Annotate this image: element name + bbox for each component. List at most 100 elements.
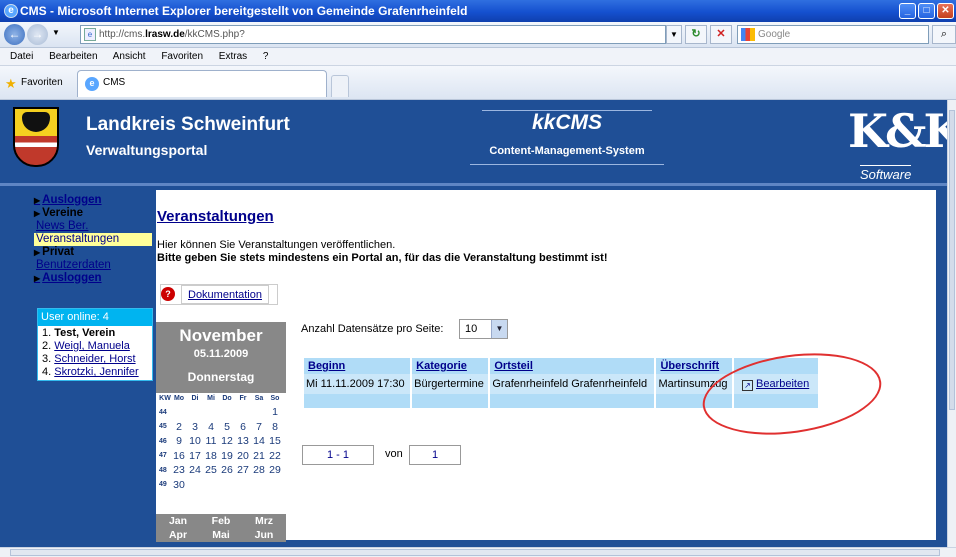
- refresh-icon[interactable]: ↻: [685, 25, 707, 44]
- pager-total[interactable]: 1: [409, 445, 461, 465]
- calendar-month: November: [179, 326, 263, 345]
- sidebar-item-privat[interactable]: ▶ Privat: [34, 246, 152, 259]
- ie-logo-icon: e: [4, 4, 18, 18]
- stop-icon[interactable]: ✕: [710, 25, 732, 44]
- user-item: 1. Test, Verein: [42, 327, 116, 339]
- col-kategorie[interactable]: Kategorie: [412, 358, 489, 374]
- documentation-link[interactable]: Dokumentation: [181, 285, 269, 304]
- month-picker: Jan Feb Mrz Apr Mai Jun: [156, 514, 286, 542]
- kk-logo: K&K: [848, 104, 947, 158]
- sidebar-item-vereine[interactable]: ▶ Vereine: [34, 207, 152, 220]
- calendar-week: 49 30: [159, 478, 185, 491]
- sidebar-item-ausloggen[interactable]: ▶ Ausloggen: [34, 194, 152, 207]
- maximize-button[interactable]: □: [918, 3, 935, 19]
- col-beginn[interactable]: Beginn: [304, 358, 411, 374]
- back-button[interactable]: ←: [4, 24, 25, 45]
- month-button[interactable]: Jun: [243, 529, 285, 542]
- info-text: Hier können Sie Veranstaltungen veröffen…: [157, 239, 396, 251]
- calendar: November 05.11.2009 Donnerstag KW Mo Di …: [156, 322, 286, 542]
- google-icon: [741, 28, 755, 41]
- vertical-scrollbar[interactable]: [947, 100, 956, 547]
- calendar-header: November 05.11.2009 Donnerstag: [156, 322, 286, 393]
- user-item[interactable]: 4. Skrotzki, Jennifer: [42, 366, 148, 379]
- info-hint: Bitte geben Sie stets mindestens ein Por…: [157, 252, 608, 264]
- cms-header: Landkreis Schweinfurt Verwaltungsportal …: [0, 100, 947, 186]
- month-button[interactable]: Jan: [157, 515, 199, 528]
- user-item[interactable]: 3. Schneider, Horst: [42, 353, 148, 366]
- cell-beginn: Mi 11.11.2009 17:30: [304, 374, 411, 394]
- sidebar-item-veranstaltungen[interactable]: Veranstaltungen: [34, 233, 152, 246]
- window-title: CMS - Microsoft Internet Explorer bereit…: [20, 4, 468, 18]
- month-button[interactable]: Feb: [200, 515, 242, 528]
- minimize-button[interactable]: _: [899, 3, 916, 19]
- arrow-right-icon: ▶: [34, 209, 41, 218]
- menu-datei[interactable]: Datei: [10, 51, 33, 62]
- forward-button[interactable]: →: [27, 24, 48, 45]
- new-tab-button[interactable]: [331, 75, 349, 97]
- calendar-week: 44 1: [159, 406, 278, 419]
- users-online-list: 1. Test, Verein 2. Weigl, Manuela 3. Sch…: [38, 326, 152, 380]
- arrow-right-icon: ▶: [34, 196, 41, 205]
- users-online-box: User online: 4 1. Test, Verein 2. Weigl,…: [37, 308, 153, 381]
- month-button[interactable]: Mrz: [243, 515, 285, 528]
- star-icon[interactable]: ★: [5, 76, 17, 92]
- calendar-weekday: Donnerstag: [187, 370, 255, 384]
- favorites-bar: ★ Favoriten e CMS: [0, 66, 956, 100]
- sidebar-item-benutzerdaten[interactable]: Benutzerdaten: [34, 259, 152, 272]
- menu-bar: Datei Bearbeiten Ansicht Favoriten Extra…: [0, 48, 956, 66]
- address-dropdown-icon[interactable]: ▼: [666, 25, 682, 44]
- chevron-down-icon: ▼: [491, 320, 507, 338]
- calendar-date: 05.11.2009: [193, 348, 249, 360]
- site-subtitle: Verwaltungsportal: [86, 142, 208, 158]
- ie-tab-icon: e: [85, 77, 99, 91]
- window-titlebar: e CMS - Microsoft Internet Explorer bere…: [0, 0, 956, 22]
- menu-ansicht[interactable]: Ansicht: [113, 51, 146, 62]
- sidebar-item-news[interactable]: News Ber.: [34, 220, 152, 233]
- favorites-button[interactable]: Favoriten: [21, 77, 63, 88]
- address-input[interactable]: e http://cms.lrasw.de/kkCMS.php?: [80, 25, 666, 44]
- user-item[interactable]: 2. Weigl, Manuela: [42, 340, 148, 353]
- month-button[interactable]: Apr: [157, 529, 199, 542]
- perpage-label: Anzahl Datensätze pro Seite:: [301, 323, 444, 335]
- pager-of-label: von: [385, 448, 403, 460]
- page-title: Veranstaltungen: [157, 208, 274, 225]
- menu-extras[interactable]: Extras: [219, 51, 247, 62]
- cms-subtitle: Content-Management-System: [470, 145, 664, 165]
- perpage-select[interactable]: 10 ▼: [459, 319, 508, 339]
- browser-window: { "window": {"title": "CMS - Microsoft I…: [0, 0, 956, 557]
- history-dropdown-icon[interactable]: ▼: [52, 28, 60, 37]
- documentation-button[interactable]: ? Dokumentation: [160, 284, 278, 305]
- tab-label: CMS: [103, 77, 126, 88]
- search-icon[interactable]: ⌕: [932, 25, 956, 44]
- kk-logo-subtitle: Software: [860, 165, 912, 182]
- menu-favoriten[interactable]: Favoriten: [161, 51, 203, 62]
- calendar-week: 47 16 17 18 19 20 21 22: [159, 449, 281, 462]
- sidebar-item-ausloggen-2[interactable]: ▶ Ausloggen: [34, 272, 152, 285]
- menu-help[interactable]: ?: [263, 51, 269, 62]
- sidebar-nav: ▶ Ausloggen ▶ Vereine News Ber. Veranstalt…: [34, 194, 152, 285]
- arrow-right-icon: ▶: [34, 274, 41, 283]
- users-online-header: User online: 4: [38, 309, 152, 326]
- site-title: Landkreis Schweinfurt: [86, 114, 290, 135]
- search-input[interactable]: Google: [737, 25, 929, 44]
- address-toolbar: ← → ▼ e http://cms.lrasw.de/kkCMS.php? ▼…: [0, 22, 956, 48]
- col-ortsteil[interactable]: Ortsteil: [490, 358, 655, 374]
- page-icon: e: [84, 28, 96, 41]
- cms-title: kkCMS: [482, 110, 652, 135]
- close-window-button[interactable]: ✕: [937, 3, 954, 19]
- calendar-week: 46 9 10 11 12 13 14 15: [159, 435, 281, 448]
- calendar-week: 48 23 24 25 26 27 28 29: [159, 464, 281, 477]
- calendar-grid: KW Mo Di Mi Do Fr Sa So 44 1 45 2345678: [159, 392, 283, 492]
- tab-cms[interactable]: e CMS: [77, 70, 327, 97]
- pager-range[interactable]: 1 - 1: [302, 445, 374, 465]
- help-icon: ?: [161, 287, 175, 301]
- menu-bearbeiten[interactable]: Bearbeiten: [49, 51, 97, 62]
- horizontal-scrollbar[interactable]: [0, 547, 956, 557]
- calendar-week: 45 2345678: [159, 420, 278, 433]
- cell-ortsteil: Grafenrheinfeld Grafenrheinfeld: [490, 374, 655, 394]
- coat-of-arms-logo: [13, 107, 59, 167]
- col-ueberschrift[interactable]: Überschrift: [656, 358, 732, 374]
- arrow-right-icon: ▶: [34, 248, 41, 257]
- month-button[interactable]: Mai: [200, 529, 242, 542]
- cell-kategorie: Bürgertermine: [412, 374, 489, 394]
